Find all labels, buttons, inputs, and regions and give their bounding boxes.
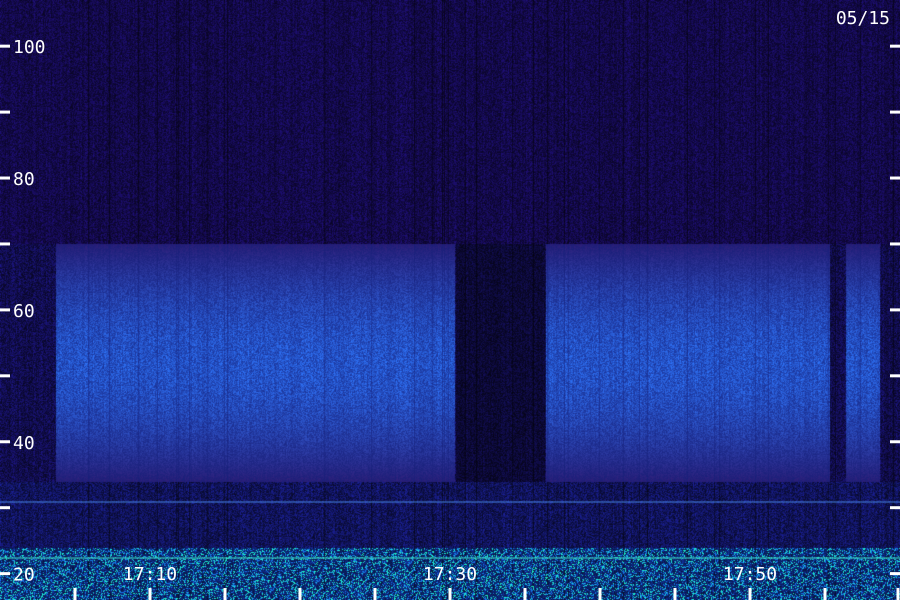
axis-overlay: 20 40 60 80 100 17:10 17:30 17:50 05/15 — [0, 8, 900, 600]
date-label: 05/15 — [836, 8, 890, 29]
spectrogram-chart: 20 40 60 80 100 17:10 17:30 17:50 05/15 — [0, 0, 900, 600]
x-axis: 17:10 17:30 17:50 — [73, 564, 900, 600]
y-axis: 20 40 60 80 100 — [0, 37, 900, 586]
y-tick-label-20: 20 — [13, 565, 35, 586]
y-tick-label-100: 100 — [13, 37, 46, 58]
y-tick-label-40: 40 — [13, 433, 35, 454]
x-tick-label-30: 17:30 — [423, 564, 477, 585]
y-tick-label-80: 80 — [13, 169, 35, 190]
y-tick-label-60: 60 — [13, 301, 35, 322]
x-tick-label-50: 17:50 — [723, 564, 777, 585]
x-tick-label-10: 17:10 — [123, 564, 177, 585]
